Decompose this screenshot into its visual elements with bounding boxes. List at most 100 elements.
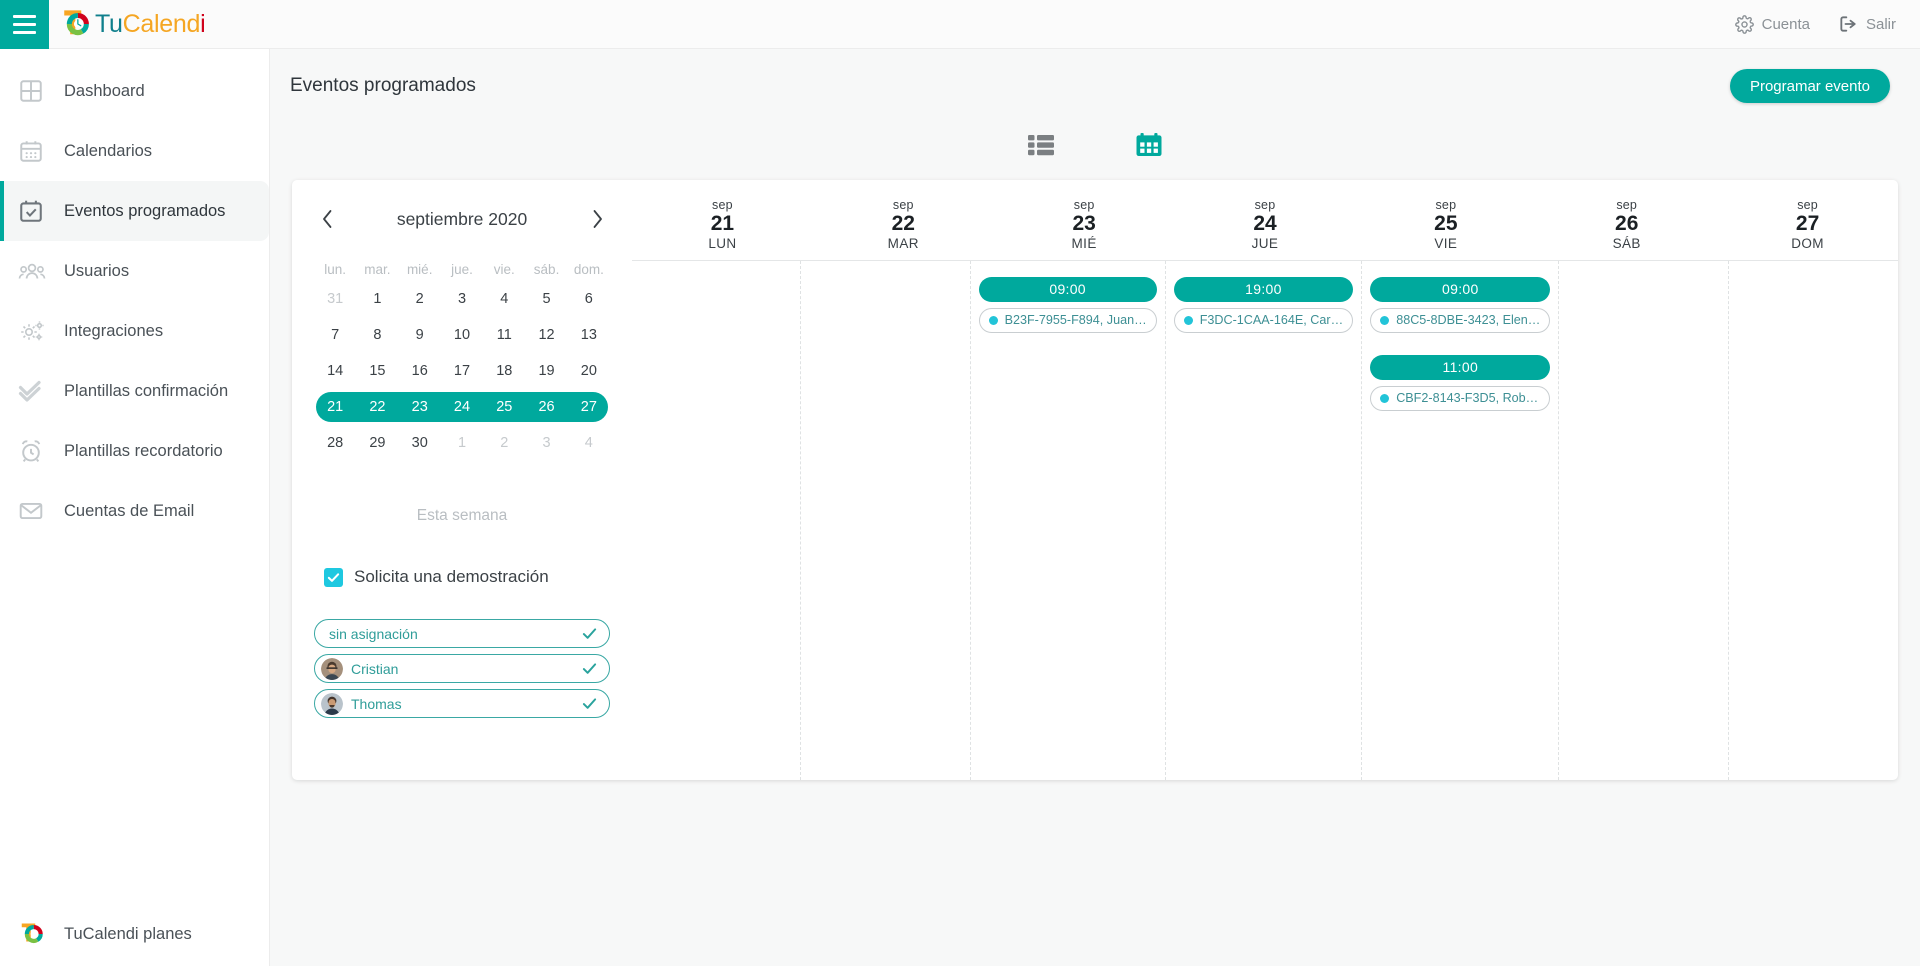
mini-calendar-day[interactable]: 21 [314,389,356,425]
logout-label: Salir [1865,15,1896,33]
demo-checkbox[interactable] [324,567,343,587]
hamburger-menu-icon[interactable] [0,0,49,49]
top-bar: TuCalendi Cuenta Salir [0,0,1920,49]
mini-calendar-day[interactable]: 31 [314,281,356,317]
mini-calendar-day[interactable]: 2 [399,281,441,317]
sidebar-item-label: Eventos programados [64,201,226,220]
mini-calendar-day[interactable]: 10 [441,317,483,353]
day-dow-label: JUE [1251,235,1279,251]
event-group: 09:00 B23F-7955-F894, Juan… [978,276,1157,333]
mini-calendar-day[interactable]: 16 [399,353,441,389]
sidebar-item-plantillas-recordatorio[interactable]: Plantillas recordatorio [0,421,269,481]
demo-checkbox-label: Solicita una demostración [354,567,549,586]
week-view: sep 21 LUN sep 22 MAR sep 23 MIÉ sep 24 … [632,180,1898,780]
day-month-label: sep [1797,198,1818,212]
mini-calendar-day[interactable]: 22 [356,389,398,425]
event-time-badge: 09:00 [978,276,1157,302]
mini-calendar-title: septiembre 2020 [396,208,528,229]
day-column-25: 09:00 88C5-8DBE-3423, Elen… 11:00 CBF2-8… [1362,260,1560,780]
day-number: 24 [1253,212,1277,235]
mini-calendar-day[interactable]: 7 [314,317,356,353]
sidebar-item-plantillas-confirmacion[interactable]: Plantillas confirmación [0,361,269,421]
top-bar-actions: Cuenta Salir [1734,14,1920,34]
account-button[interactable]: Cuenta [1734,14,1810,34]
sidebar-item-eventos-programados[interactable]: Eventos programados [0,181,269,241]
mini-calendar-day[interactable]: 20 [568,353,610,389]
mini-calendar-day[interactable]: 4 [483,281,525,317]
sidebar-item-usuarios[interactable]: Usuarios [0,241,269,301]
mini-calendar-day[interactable]: 6 [568,281,610,317]
mini-calendar-day[interactable]: 23 [399,389,441,425]
event-card[interactable]: 88C5-8DBE-3423, Elen… [1370,307,1551,333]
mini-calendar-day[interactable]: 24 [441,389,483,425]
double-check-icon [18,378,56,404]
event-status-dot [1380,393,1390,403]
view-toggle [270,128,1920,166]
mini-calendar-day[interactable]: 3 [441,281,483,317]
assignee-pill-cristian[interactable]: Cristian [314,654,610,683]
sidebar-item-tucalendi-planes[interactable]: TuCalendi planes [0,902,270,966]
tucalendi-logo-icon [60,7,94,41]
event-card[interactable]: CBF2-8143-F3D5, Rob… [1370,385,1551,411]
mini-calendar-day[interactable]: 5 [525,281,567,317]
day-header-21: sep 21 LUN [632,188,813,260]
day-number: 21 [710,212,735,235]
day-column-26 [1559,260,1729,780]
mini-calendar-day[interactable]: 11 [483,317,525,353]
sidebar-item-dashboard[interactable]: Dashboard [0,61,269,121]
event-card[interactable]: B23F-7955-F894, Juan… [978,307,1157,333]
mini-calendar-day[interactable]: 2 [483,425,525,461]
brand-text: TuCalendi [95,10,206,39]
mini-calendar-day[interactable]: 19 [525,353,567,389]
assignee-pill-label: Cristian [351,660,399,677]
grid-icon [18,78,56,104]
mini-calendar-day[interactable]: 25 [483,389,525,425]
list-view-button[interactable] [1028,134,1054,161]
mini-calendar-day[interactable]: 13 [568,317,610,353]
assignee-pill-sin-asignacion[interactable]: sin asignación [314,619,610,648]
mini-calendar-day[interactable]: 26 [525,389,567,425]
mini-calendar-day[interactable]: 1 [441,425,483,461]
mini-calendar-day[interactable]: 29 [356,425,398,461]
day-number: 27 [1795,212,1820,235]
sidebar-item-cuentas-de-email[interactable]: Cuentas de Email [0,481,269,541]
week-body: 09:00 B23F-7955-F894, Juan… 19:00 F3DC-1… [632,260,1898,780]
mini-calendar-day[interactable]: 4 [568,425,610,461]
programar-evento-button[interactable]: Programar evento [1729,69,1890,103]
mini-calendar-week-selected: 21 22 23 24 25 26 27 [314,389,610,425]
this-week-button[interactable]: Esta semana [314,507,610,525]
mini-calendar-day[interactable]: 9 [399,317,441,353]
event-status-dot [988,315,998,325]
day-column-21 [632,260,802,780]
calendar-view-button[interactable] [1136,132,1162,162]
calendar-check-icon [18,198,56,224]
mini-calendar-day[interactable]: 30 [399,425,441,461]
mini-calendar-day[interactable]: 3 [525,425,567,461]
day-month-label: sep [892,198,914,212]
dow-label: dom. [573,262,604,277]
event-card[interactable]: F3DC-1CAA-164E, Car… [1173,307,1354,333]
mini-calendar-day[interactable]: 1 [356,281,398,317]
mini-calendar-day[interactable]: 18 [483,353,525,389]
sidebar-item-calendarios[interactable]: Calendarios [0,121,269,181]
mini-calendar-day[interactable]: 27 [568,389,610,425]
mini-calendar-day[interactable]: 14 [314,353,356,389]
day-month-label: sep [712,198,733,212]
prev-month-button[interactable] [314,206,340,232]
sidebar-item-integraciones[interactable]: Integraciones [0,301,269,361]
mini-calendar-day[interactable]: 12 [525,317,567,353]
logout-button[interactable]: Salir [1838,14,1896,34]
mini-calendar-dow-row: lun. mar. mié. jue. vie. sáb. dom. [314,258,610,281]
brand-logo[interactable]: TuCalendi [60,7,206,41]
day-month-label: sep [1435,198,1457,212]
mini-calendar-day[interactable]: 17 [441,353,483,389]
mini-calendar-day[interactable]: 28 [314,425,356,461]
next-month-button[interactable] [584,206,610,232]
event-status-dot [1380,315,1390,325]
assignee-pill-thomas[interactable]: Thomas [314,689,610,718]
sidebar-item-label: Plantillas recordatorio [64,441,223,460]
mini-calendar-day[interactable]: 8 [356,317,398,353]
gears-icon [18,318,56,344]
sidebar-item-label: Usuarios [64,261,130,280]
mini-calendar-day[interactable]: 15 [356,353,398,389]
